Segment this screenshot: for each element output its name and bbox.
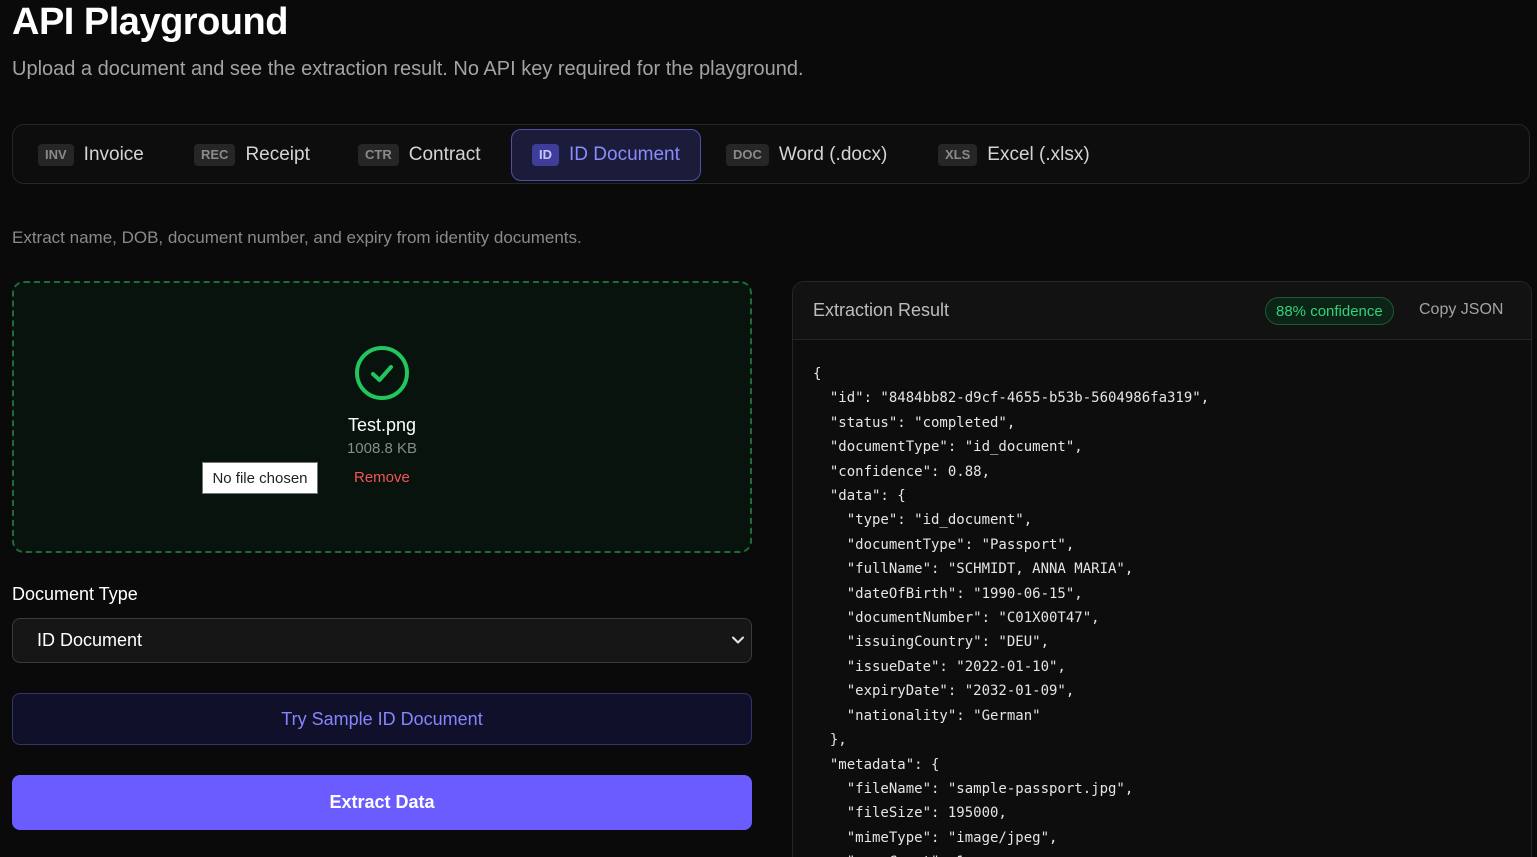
json-line: "documentType": "id_document", (813, 439, 1083, 456)
json-line: "data": { (813, 488, 906, 505)
json-line: "fullName": "SCHMIDT, ANNA MARIA", (813, 561, 1134, 578)
json-line: "mimeType": "image/jpeg", (813, 829, 1058, 846)
json-line: "nationality": "German" (813, 707, 1041, 724)
json-line: "confidence": 0.88, (813, 463, 991, 480)
extraction-result-panel: Extraction Result 88% confidence Copy JS… (792, 281, 1532, 857)
tab-label: Excel (.xlsx) (987, 144, 1090, 165)
tab-description: Extract name, DOB, document number, and … (12, 228, 582, 247)
document-type-label: Document Type (12, 584, 138, 604)
tab-code-badge: ID (532, 144, 559, 166)
tab-code-badge: DOC (726, 144, 769, 166)
tab-code-badge: CTR (358, 144, 399, 166)
tab-label: ID Document (569, 144, 680, 165)
json-line: { (813, 366, 822, 382)
tab-label: Receipt (245, 144, 310, 165)
tab-label: Contract (408, 144, 481, 165)
extract-data-button[interactable]: Extract Data (12, 775, 752, 830)
result-title: Extraction Result (813, 300, 950, 320)
json-line: "expiryDate": "2032-01-09", (813, 683, 1075, 700)
json-line: "type": "id_document", (813, 512, 1033, 529)
json-line: "issuingCountry": "DEU", (813, 634, 1050, 651)
tab-label: Word (.docx) (778, 144, 888, 165)
json-line: "id": "8484bb82-d9cf-4655-b53b-5604986fa… (813, 390, 1210, 407)
uploaded-file-name: Test.png (347, 415, 417, 435)
json-line: "fileName": "sample-passport.jpg", (813, 780, 1134, 797)
tab-contract[interactable]: CTR Contract (337, 129, 500, 181)
json-line: }, (813, 732, 847, 749)
tab-receipt[interactable]: REC Receipt (173, 129, 329, 181)
document-type-selected-value: ID Document (37, 630, 143, 650)
document-type-tabs: INV Invoice REC Receipt CTR Contract ID … (12, 124, 1530, 184)
try-sample-button[interactable]: Try Sample ID Document (12, 693, 752, 745)
tab-label: Invoice (83, 144, 144, 165)
remove-file-button[interactable]: Remove (354, 469, 410, 486)
tab-code-badge: INV (38, 144, 74, 166)
page-subtitle: Upload a document and see the extraction… (12, 58, 804, 80)
json-line: "fileSize": 195000, (813, 805, 1007, 822)
tab-invoice[interactable]: INV Invoice (17, 129, 163, 181)
file-input[interactable]: No file chosen (202, 462, 318, 494)
confidence-badge: 88% confidence (1265, 297, 1394, 325)
tab-word-docx[interactable]: DOC Word (.docx) (705, 129, 906, 181)
json-line: "metadata": { (813, 756, 940, 773)
document-type-select[interactable]: ID Document (12, 618, 752, 663)
json-line: "documentType": "Passport", (813, 536, 1075, 553)
json-output: { "id": "8484bb82-d9cf-4655-b53b-5604986… (813, 362, 1209, 857)
page-title: API Playground (12, 1, 288, 43)
tab-code-badge: XLS (938, 144, 978, 166)
copy-json-button[interactable]: Copy JSON (1419, 301, 1503, 319)
uploaded-file-size: 1008.8 KB (346, 440, 418, 457)
page: API Playground Upload a document and see… (0, 0, 1537, 857)
json-line: "status": "completed", (813, 414, 1016, 431)
tab-excel-xlsx[interactable]: XLS Excel (.xlsx) (917, 129, 1109, 181)
chevron-down-icon (732, 636, 744, 644)
file-dropzone[interactable]: Test.png 1008.8 KB No file chosen Remove (12, 281, 752, 553)
json-line: "issueDate": "2022-01-10", (813, 658, 1066, 675)
check-circle-icon (355, 346, 409, 400)
json-line: "dateOfBirth": "1990-06-15", (813, 585, 1083, 602)
result-header: Extraction Result 88% confidence Copy JS… (793, 282, 1531, 340)
json-line: "pageCount": 1 (813, 850, 1209, 857)
tab-id-document[interactable]: ID ID Document (511, 129, 701, 181)
json-line: "documentNumber": "C01X00T47", (813, 610, 1100, 627)
tab-code-badge: REC (194, 144, 236, 166)
